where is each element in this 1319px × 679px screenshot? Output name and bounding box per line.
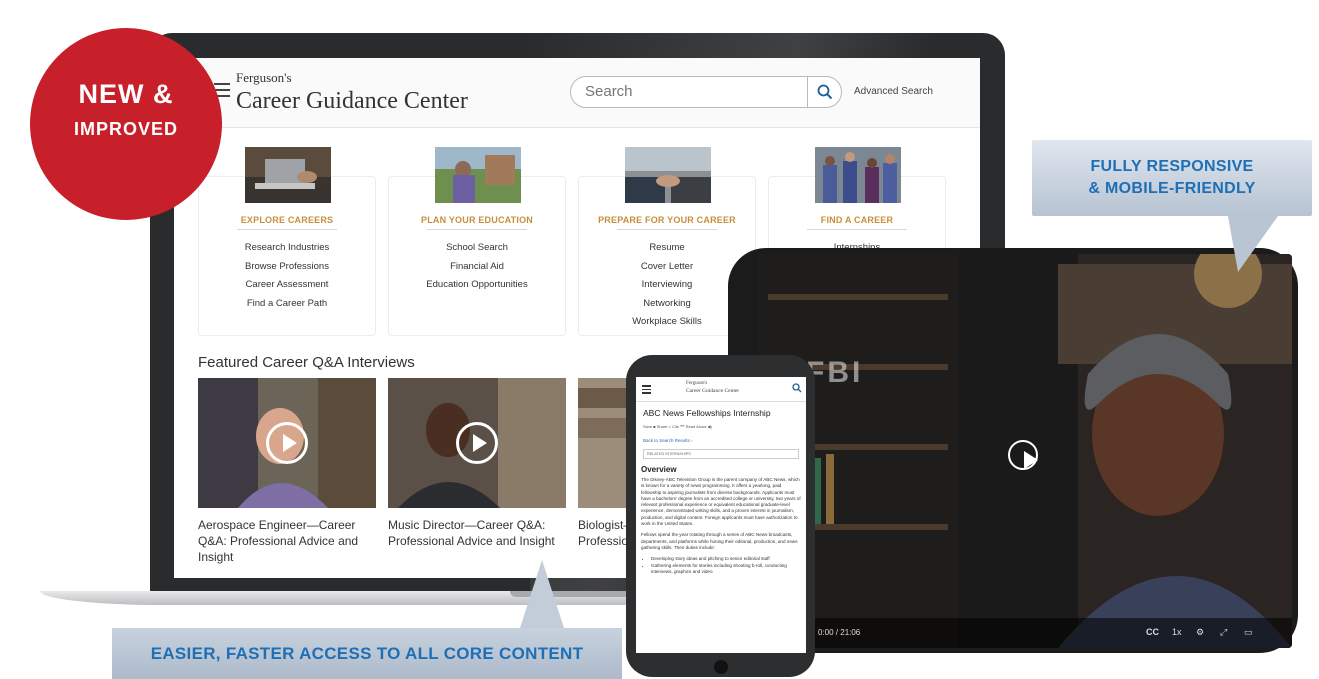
badge-line2: IMPROVED — [73, 119, 178, 139]
section-heading: Overview — [641, 465, 677, 474]
card-link[interactable]: Browse Professions — [199, 258, 375, 277]
play-icon[interactable] — [1008, 440, 1038, 470]
brand-title[interactable]: Career Guidance Center — [686, 388, 739, 394]
article-title: ABC News Fellowships Internship — [643, 408, 771, 418]
video-thumbnail[interactable] — [198, 378, 376, 508]
video-controls: 0:00 / 21:06 CC 1x ⚙ ⤢ ▭ — [758, 618, 1292, 648]
fullscreen-icon[interactable]: ⤢ — [1220, 627, 1227, 638]
card-title[interactable]: PREPARE FOR YOUR CAREER — [579, 215, 755, 230]
video-caption[interactable]: Aerospace Engineer—Career Q&A: Professio… — [198, 517, 378, 565]
cast-icon[interactable]: ▭ — [1244, 627, 1253, 638]
play-icon[interactable] — [266, 422, 308, 464]
card-links: School Search Financial Aid Education Op… — [389, 239, 565, 295]
card-plan-education: PLAN YOUR EDUCATION School Search Financ… — [388, 147, 566, 336]
card-link[interactable]: Career Assessment — [199, 276, 375, 295]
callout-tail — [520, 560, 564, 628]
badge-line1: NEW & — [78, 79, 174, 109]
video-thumbnail[interactable] — [388, 378, 566, 508]
video-time: 0:00 / 21:06 — [818, 628, 861, 637]
home-button[interactable] — [714, 660, 728, 674]
search-button[interactable] — [807, 76, 841, 108]
site-header: Ferguson's Career Guidance Center Advanc… — [174, 58, 980, 128]
callout-responsive — [1032, 140, 1312, 216]
card-explore-careers: EXPLORE CAREERS Research Industries Brow… — [198, 147, 376, 336]
search-box — [570, 76, 842, 108]
paragraph: The Disney-ABC Television Group is the p… — [641, 477, 801, 527]
article-body: The Disney-ABC Television Group is the p… — [641, 477, 801, 575]
callout-text: & MOBILE-FRIENDLY — [1088, 180, 1256, 197]
featured-heading: Featured Career Q&A Interviews — [198, 354, 415, 371]
card-image-campus — [435, 147, 521, 203]
playback-speed[interactable]: 1x — [1172, 627, 1182, 637]
card-image-nurses — [815, 147, 901, 203]
video-caption[interactable]: Music Director—Career Q&A: Professional … — [388, 517, 568, 549]
advanced-search-link[interactable]: Advanced Search — [854, 86, 933, 97]
list-item: Gathering elements for stories including… — [651, 563, 801, 576]
play-icon[interactable] — [456, 422, 498, 464]
back-link[interactable]: Back to Search Results › — [643, 438, 693, 443]
search-icon[interactable] — [792, 383, 802, 393]
captions-button[interactable]: CC — [1146, 627, 1159, 637]
callout-text: EASIER, FASTER ACCESS TO ALL CORE CONTEN… — [150, 644, 584, 663]
card-image-laptop — [245, 147, 331, 203]
settings-gear-icon[interactable]: ⚙ — [1196, 627, 1204, 638]
card-link[interactable]: School Search — [389, 239, 565, 258]
tablet-video-player[interactable]: FBI 0:00 / 21:06 CC 1x ⚙ ⤢ ▭ — [758, 254, 1292, 648]
divider — [636, 401, 806, 402]
brand-title[interactable]: Career Guidance Center — [236, 88, 468, 115]
phone-screen: Ferguson's Career Guidance Center ABC Ne… — [636, 377, 806, 653]
article-actions[interactable]: Save ■ Share < Cite ❝❞ Read Aloud ◀) — [643, 424, 712, 429]
search-input[interactable] — [585, 83, 795, 100]
card-title[interactable]: PLAN YOUR EDUCATION — [389, 215, 565, 230]
card-title[interactable]: FIND A CAREER — [769, 215, 945, 230]
related-internships-select[interactable]: RELATED INTERNSHIPS — [643, 449, 799, 459]
card-links: Research Industries Browse Professions C… — [199, 239, 375, 313]
promo-stage: Ferguson's Career Guidance Center Advanc… — [0, 0, 1319, 679]
callout-text: FULLY RESPONSIVE — [1090, 158, 1254, 175]
card-link[interactable]: Find a Career Path — [199, 295, 375, 314]
card-link[interactable]: Resume — [579, 239, 755, 258]
card-link[interactable]: Cover Letter — [579, 258, 755, 277]
menu-icon[interactable] — [642, 385, 651, 394]
brand-small: Ferguson's — [236, 70, 292, 85]
card-link[interactable]: Education Opportunities — [389, 276, 565, 295]
card-link[interactable]: Research Industries — [199, 239, 375, 258]
card-title[interactable]: EXPLORE CAREERS — [199, 215, 375, 230]
card-link[interactable]: Financial Aid — [389, 258, 565, 277]
callout-tail — [1228, 216, 1278, 272]
search-icon — [817, 84, 832, 100]
card-image-handshake — [625, 147, 711, 203]
paragraph: Fellows spend the year rotating through … — [641, 532, 798, 550]
brand-small: Ferguson's — [686, 381, 708, 386]
